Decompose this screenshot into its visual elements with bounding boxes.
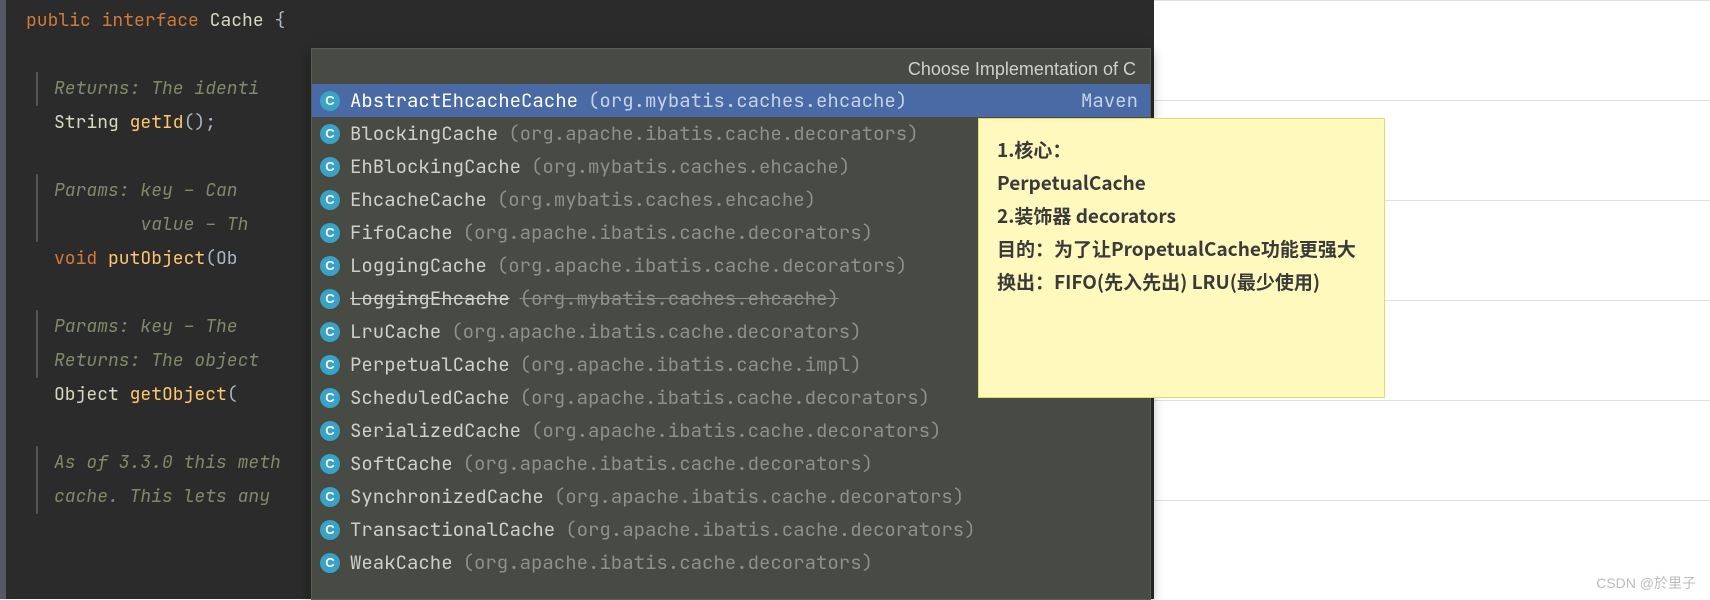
class-package: (org.mybatis.caches.ehcache) xyxy=(588,88,907,113)
class-name: SynchronizedCache xyxy=(350,484,544,509)
class-name: LoggingEhcache xyxy=(350,286,510,311)
note-line: 目的：为了让PropetualCache功能更强大 xyxy=(997,232,1366,265)
code-line: public interface Cache { xyxy=(6,4,1154,38)
class-icon: C xyxy=(320,256,340,276)
class-name: AbstractEhcacheCache xyxy=(350,88,578,113)
class-package: (org.mybatis.caches.ehcache) xyxy=(520,286,839,311)
class-name: SoftCache xyxy=(350,451,453,476)
note-line: 换出：FIFO(先入先出) LRU(最少使用) xyxy=(997,265,1366,298)
class-package: (org.apache.ibatis.cache.decorators) xyxy=(463,220,873,245)
class-icon: C xyxy=(320,454,340,474)
class-icon: C xyxy=(320,520,340,540)
popup-item[interactable]: C SerializedCache (org.apache.ibatis.cach… xyxy=(312,414,1150,447)
class-package: (org.apache.ibatis.cache.decorators) xyxy=(463,550,873,575)
class-package: (org.apache.ibatis.cache.decorators) xyxy=(463,451,873,476)
class-package: (org.apache.ibatis.cache.impl) xyxy=(520,352,862,377)
class-package: (org.apache.ibatis.cache.decorators) xyxy=(554,484,964,509)
class-package: (org.apache.ibatis.cache.decorators) xyxy=(451,319,861,344)
class-icon: C xyxy=(320,91,340,111)
class-name: LruCache xyxy=(350,319,441,344)
class-name: LoggingCache xyxy=(350,253,487,278)
class-name: WeakCache xyxy=(350,550,453,575)
class-icon: C xyxy=(320,355,340,375)
class-icon: C xyxy=(320,289,340,309)
class-name: SerializedCache xyxy=(350,418,521,443)
popup-title: Choose Implementation of C xyxy=(312,49,1150,84)
popup-item[interactable]: C WeakCache (org.apache.ibatis.cache.deco… xyxy=(312,546,1150,579)
popup-item[interactable]: C SynchronizedCache (org.apache.ibatis.ca… xyxy=(312,480,1150,513)
class-name: FifoCache xyxy=(350,220,453,245)
class-icon: C xyxy=(320,157,340,177)
class-name: BlockingCache xyxy=(350,121,498,146)
class-package: (org.apache.ibatis.cache.decorators) xyxy=(565,517,975,542)
class-source: Maven xyxy=(1081,88,1138,113)
popup-item[interactable]: C AbstractEhcacheCache (org.mybatis.cache… xyxy=(312,84,1150,117)
class-icon: C xyxy=(320,223,340,243)
class-icon: C xyxy=(320,421,340,441)
class-icon: C xyxy=(320,553,340,573)
sticky-note: 1.核心：PerpetualCache2.装饰器 decorators目的：为了… xyxy=(978,118,1385,398)
class-package: (org.apache.ibatis.cache.decorators) xyxy=(508,121,918,146)
note-line: 1.核心： xyxy=(997,133,1366,166)
popup-item[interactable]: C SoftCache (org.apache.ibatis.cache.deco… xyxy=(312,447,1150,480)
class-name: EhBlockingCache xyxy=(350,154,521,179)
class-icon: C xyxy=(320,487,340,507)
watermark: CSDN @於里子 xyxy=(1596,573,1696,593)
class-name: PerpetualCache xyxy=(350,352,510,377)
class-package: (org.mybatis.caches.ehcache) xyxy=(531,154,850,179)
class-package: (org.apache.ibatis.cache.decorators) xyxy=(531,418,941,443)
class-name: TransactionalCache xyxy=(350,517,555,542)
class-icon: C xyxy=(320,190,340,210)
popup-item[interactable]: C TransactionalCache (org.apache.ibatis.c… xyxy=(312,513,1150,546)
class-package: (org.apache.ibatis.cache.decorators) xyxy=(520,385,930,410)
class-name: EhcacheCache xyxy=(350,187,487,212)
note-line: 2.装饰器 decorators xyxy=(997,199,1366,232)
class-icon: C xyxy=(320,388,340,408)
note-line: PerpetualCache xyxy=(997,166,1366,199)
class-icon: C xyxy=(320,322,340,342)
class-name: ScheduledCache xyxy=(350,385,510,410)
class-package: (org.apache.ibatis.cache.decorators) xyxy=(497,253,907,278)
class-icon: C xyxy=(320,124,340,144)
class-package: (org.mybatis.caches.ehcache) xyxy=(497,187,816,212)
